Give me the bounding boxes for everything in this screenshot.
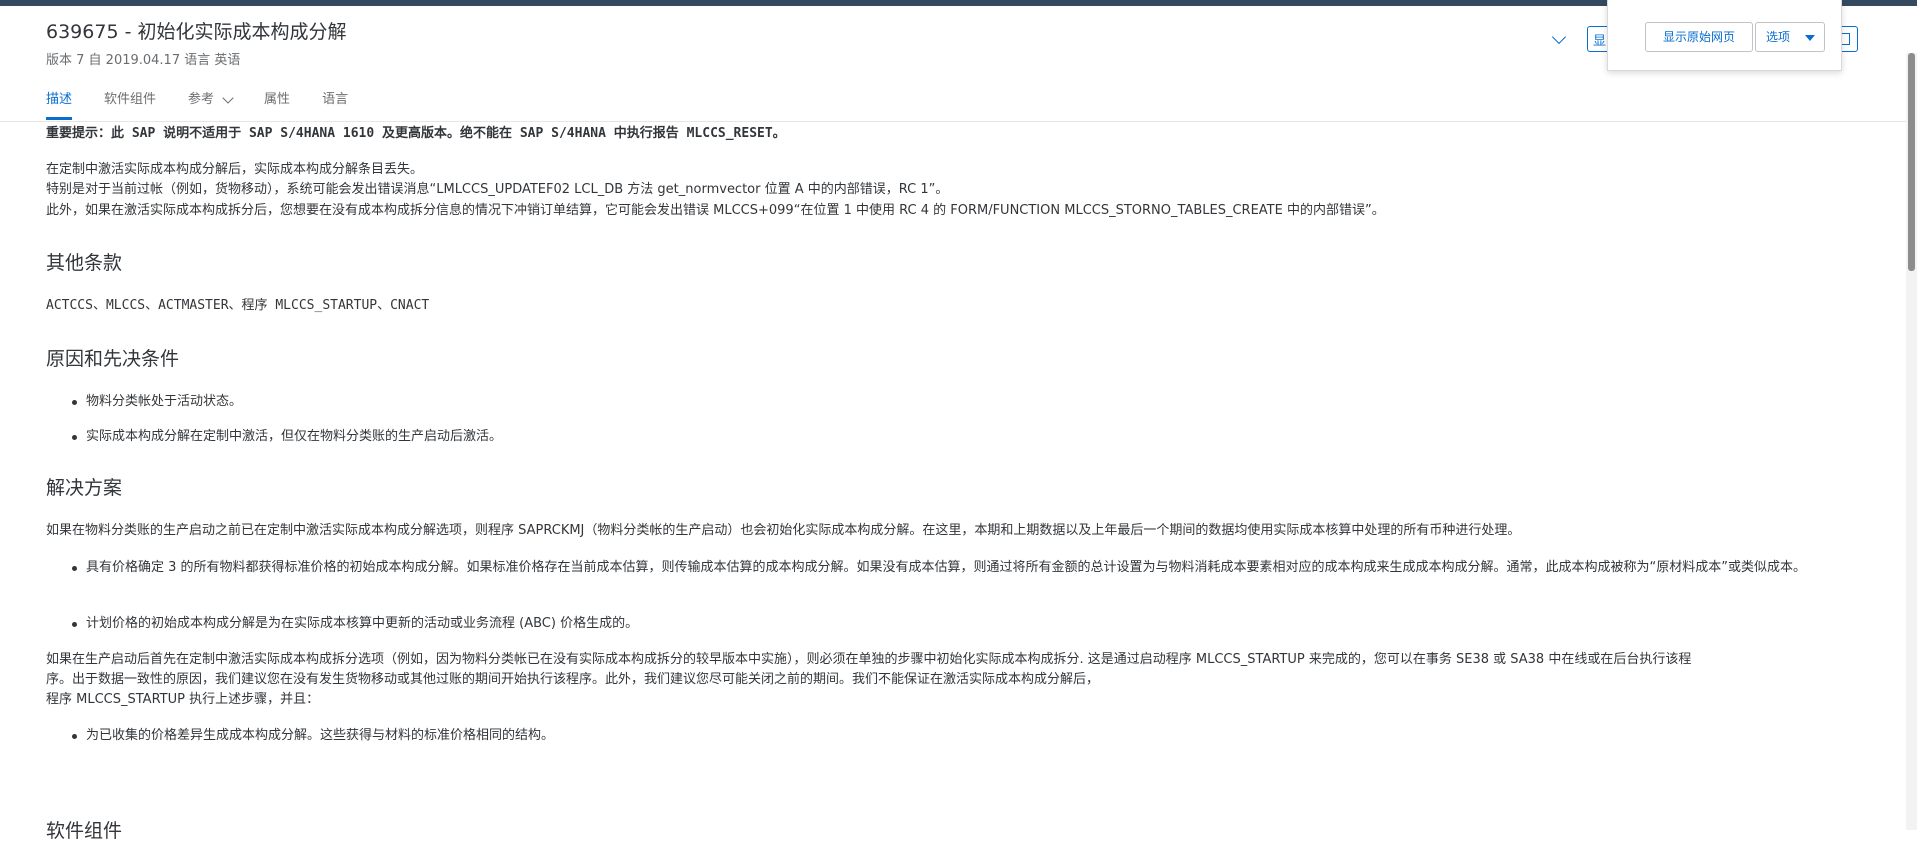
tab-languages-label: 语言 — [322, 92, 349, 107]
version-subtitle: 版本 7 自 2019.04.17 语言 英语 — [46, 53, 241, 68]
list-item: 计划价格的初始成本构成分解是为在实际成本核算中更新的活动或业务流程 (ABC) … — [71, 614, 638, 634]
header-action-button-label: 显 — [1593, 34, 1607, 49]
section-heading-solution: 解决方案 — [46, 477, 123, 499]
section-heading-other-terms: 其他条款 — [46, 252, 123, 274]
options-label: 选项 — [1766, 30, 1791, 44]
startup-paragraph-line: 序。出于数据一致性的原因，我们建议您在没有发生货物移动或其他过账的期间开始执行该… — [46, 672, 1100, 687]
caret-down-icon — [1805, 35, 1815, 41]
scrollbar-thumb[interactable] — [1908, 53, 1915, 271]
important-notice: 重要提示：此 SAP 说明不适用于 SAP S/4HANA 1610 及更高版本… — [46, 126, 786, 141]
tab-languages[interactable]: 语言 — [306, 90, 364, 120]
list-item: 物料分类帐处于活动状态。 — [71, 392, 242, 412]
chevron-down-icon — [222, 92, 234, 104]
section-heading-reason: 原因和先决条件 — [46, 348, 180, 370]
tab-references-label: 参考 — [188, 92, 215, 107]
tab-attributes[interactable]: 属性 — [248, 90, 306, 120]
tab-references[interactable]: 参考 — [172, 90, 248, 120]
options-dropdown-button[interactable]: 选项 — [1755, 22, 1825, 52]
tab-software-components[interactable]: 软件组件 — [88, 90, 172, 120]
symptom-line: 此外，如果在激活实际成本构成拆分后，您想要在没有成本构成拆分信息的情况下冲销订单… — [46, 203, 1385, 218]
list-item: 为已收集的价格差异生成成本构成分解。这些获得与材料的标准价格相同的结构。 — [71, 726, 554, 746]
list-item: 实际成本构成分解在定制中激活，但仅在物料分类账的生产启动后激活。 — [71, 427, 502, 447]
vertical-scrollbar[interactable] — [1906, 53, 1917, 830]
show-original-button[interactable]: 显示原始网页 — [1645, 22, 1753, 52]
symptom-line: 特别是对于当前过帐（例如，货物移动），系统可能会发出错误消息“LMLCCS_UP… — [46, 182, 949, 197]
tab-description-label: 描述 — [46, 92, 73, 107]
other-terms-text: ACTCCS、MLCCS、ACTMASTER、程序 MLCCS_STARTUP、… — [46, 298, 430, 313]
startup-paragraph-line: 程序 MLCCS_STARTUP 执行上述步骤，并且： — [46, 692, 320, 707]
page-title: 639675 - 初始化实际成本构成分解 — [46, 21, 347, 43]
solution-intro: 如果在物料分类账的生产启动之前已在定制中激活实际成本构成分解选项，则程序 SAP… — [46, 523, 1521, 538]
tab-attributes-label: 属性 — [264, 92, 291, 107]
list-item: 具有价格确定 3 的所有物料都获得标准价格的初始成本构成分解。如果标准价格存在当… — [72, 558, 1896, 578]
symptom-line: 在定制中激活实际成本构成分解后，实际成本构成分解条目丢失。 — [46, 162, 424, 177]
translation-popover: 显示原始网页 选项 — [1607, 0, 1842, 71]
tab-software-components-label: 软件组件 — [104, 92, 157, 107]
tab-description[interactable]: 描述 — [46, 90, 88, 120]
startup-paragraph-line: 如果在生产启动后首先在定制中激活实际成本构成拆分选项（例如，因为物料分类帐已在没… — [46, 652, 1692, 667]
tab-bar: 描述 软件组件 参考 属性 语言 — [46, 90, 364, 122]
header-collapse-chevron-icon[interactable] — [1551, 29, 1567, 45]
